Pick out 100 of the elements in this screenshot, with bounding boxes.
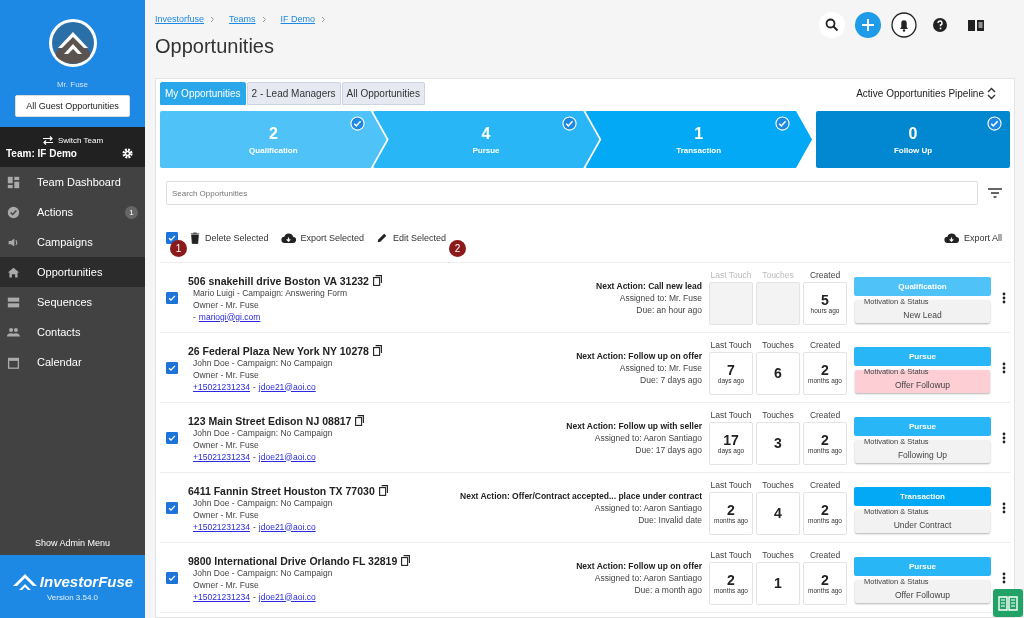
sidebar-item[interactable]: Sequences <box>0 287 145 317</box>
pipeline-selector[interactable]: Active Opportunities Pipeline <box>850 86 1002 101</box>
trash-icon <box>190 232 200 244</box>
count-badge: 1 <box>125 205 138 219</box>
email-link[interactable]: jdoe21@aoi.co <box>258 380 316 393</box>
metric-label: Created <box>808 550 842 560</box>
row-checkbox[interactable] <box>166 291 178 304</box>
metric-label: Last Touch <box>709 270 753 280</box>
breadcrumb-link[interactable]: IF Demo <box>280 14 316 24</box>
select-all-checkbox[interactable] <box>166 232 178 244</box>
row-checkbox[interactable] <box>166 501 178 514</box>
row-checkbox[interactable] <box>166 361 178 374</box>
check-icon[interactable] <box>562 116 578 131</box>
assigned-text: Assigned to: Mr. Fuse <box>618 291 702 304</box>
due-text: Due: 17 days ago <box>634 443 702 456</box>
copy-icon[interactable] <box>355 415 365 426</box>
check-icon <box>7 205 20 219</box>
check-icon[interactable] <box>775 116 790 131</box>
people-icon <box>7 325 20 339</box>
owner-text: Owner - Mr. Fuse <box>193 438 260 451</box>
more-options-icon[interactable] <box>1002 361 1006 374</box>
edit-selected-button[interactable]: Edit Selected <box>376 232 447 244</box>
metric-label: Created <box>808 410 842 420</box>
more-options-icon[interactable] <box>1002 571 1006 584</box>
sidebar-item[interactable]: Opportunities <box>0 257 145 287</box>
phone-link[interactable]: +15021231234 <box>193 380 250 393</box>
sidebar-item[interactable]: Campaigns <box>0 227 145 257</box>
tab[interactable]: All Opportunities <box>341 82 425 105</box>
add-icon[interactable] <box>855 12 881 38</box>
logo-icon <box>47 18 98 68</box>
email-link[interactable]: jdoe21@aoi.co <box>258 590 316 603</box>
search-icon[interactable] <box>819 12 845 38</box>
check-icon[interactable] <box>349 116 365 131</box>
property-address[interactable]: 123 Main Street Edison NJ 08817 <box>188 414 352 427</box>
due-text: Due: Invalid date <box>637 513 702 526</box>
copy-icon[interactable] <box>378 485 388 496</box>
metric-box: 3 <box>756 422 800 465</box>
owner-text: Owner - Mr. Fuse <box>193 508 260 521</box>
due-text: Due: a month ago <box>633 583 702 596</box>
property-address[interactable]: 506 snakehill drive Boston VA 31232 <box>188 274 369 287</box>
cloud-download-icon <box>943 232 959 244</box>
separator-text: - <box>252 590 256 603</box>
delete-selected-button[interactable]: Delete Selected <box>190 232 269 244</box>
more-options-icon[interactable] <box>1002 501 1006 514</box>
separator-text: - <box>252 450 256 463</box>
metric-label: Last Touch <box>709 410 753 420</box>
more-options-icon[interactable] <box>1002 431 1006 444</box>
more-options-icon[interactable] <box>1002 291 1006 304</box>
export-selected-button[interactable]: Export Selected <box>280 232 365 244</box>
phone-link[interactable]: +15021231234 <box>193 590 250 603</box>
property-address[interactable]: 9800 International Drive Orlando FL 32819 <box>188 554 398 567</box>
guest-opportunities-button[interactable]: All Guest Opportunities <box>15 95 130 117</box>
check-icon[interactable] <box>987 116 1002 131</box>
export-all-button[interactable]: Export All <box>943 232 1002 244</box>
property-address[interactable]: 6411 Fannin Street Houston TX 77030 <box>188 484 375 497</box>
home-icon <box>7 265 20 279</box>
settings-icon[interactable] <box>122 148 133 159</box>
sidebar-item[interactable]: Actions 1 <box>0 197 145 227</box>
pencil-icon <box>376 232 389 244</box>
cloud-download-icon <box>280 232 296 244</box>
team-name: Team: IF Demo <box>6 148 77 159</box>
metric-label: Touches <box>761 270 795 280</box>
metric-label: Touches <box>761 410 795 420</box>
sidebar-item[interactable]: Team Dashboard <box>0 167 145 197</box>
next-action-text: Next Action: Call new lead <box>596 279 702 292</box>
email-link[interactable]: jdoe21@aoi.co <box>258 450 316 463</box>
bell-icon[interactable] <box>891 12 917 38</box>
separator-text: - <box>193 310 196 323</box>
annotation-marker: 1 <box>170 240 187 257</box>
show-admin-menu-button[interactable]: Show Admin Menu <box>32 536 112 550</box>
separator-text: - <box>252 380 256 393</box>
due-text: Due: 7 days ago <box>639 373 702 386</box>
tab[interactable]: 2 - Lead Managers <box>246 82 341 105</box>
sidebar-item[interactable]: Calendar <box>0 347 145 377</box>
metric-box <box>709 282 753 325</box>
owner-text: Owner - Mr. Fuse <box>193 368 260 381</box>
copy-icon[interactable] <box>372 345 382 356</box>
copy-icon[interactable] <box>372 275 382 286</box>
sidebar-item[interactable]: Contacts <box>0 317 145 347</box>
calendar-icon <box>7 355 20 369</box>
filter-icon[interactable] <box>988 188 1002 198</box>
row-checkbox[interactable] <box>166 431 178 444</box>
pipeline-stage[interactable]: 0 Follow Up <box>816 111 1010 168</box>
row-checkbox[interactable] <box>166 571 178 584</box>
next-action-text: Next Action: Offer/Contract accepted... place under contract <box>460 489 702 502</box>
metric-label: Touches <box>761 340 795 350</box>
copy-icon[interactable] <box>401 555 411 566</box>
property-address[interactable]: 26 Federal Plaza New York NY 10278 <box>188 344 369 357</box>
contact-text: Mario Luigi - Campaign: Answering Form <box>193 286 348 299</box>
email-link[interactable]: mariogi@gi.com <box>198 310 261 323</box>
email-link[interactable]: jdoe21@aoi.co <box>258 520 316 533</box>
phone-link[interactable]: +15021231234 <box>193 520 250 533</box>
search-field[interactable]: Search Opportunities <box>166 181 978 205</box>
breadcrumb-link[interactable]: Investorfuse <box>155 14 205 24</box>
annotation-marker: 2 <box>449 240 467 257</box>
switch-team-button[interactable]: Switch Team <box>41 136 104 145</box>
swap-icon <box>41 136 54 145</box>
metric-label: Created <box>808 480 842 490</box>
phone-link[interactable]: +15021231234 <box>193 450 250 463</box>
breadcrumb-link[interactable]: Teams <box>229 14 256 24</box>
